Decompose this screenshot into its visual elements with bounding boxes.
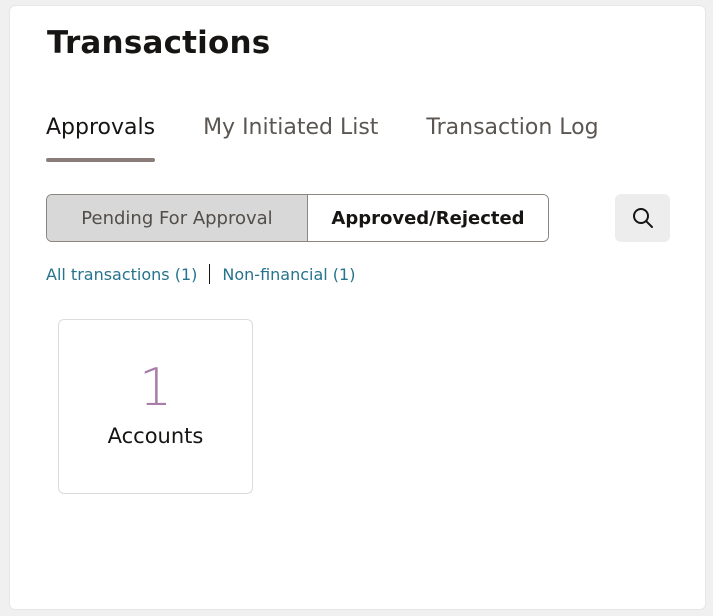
card-count: 1 [138,358,173,418]
status-segmented-control: Pending For Approval Approved/Rejected [46,194,549,242]
filter-non-financial[interactable]: Non-financial (1) [222,265,355,284]
transaction-filters: All transactions (1) Non-financial (1) [46,264,355,284]
tab-bar: Approvals My Initiated List Transaction … [46,110,599,166]
tab-transaction-log[interactable]: Transaction Log [426,110,598,162]
tab-approvals[interactable]: Approvals [46,110,156,162]
filter-all-transactions[interactable]: All transactions (1) [46,265,197,284]
pending-for-approval-button[interactable]: Pending For Approval [47,195,308,241]
filter-divider [209,264,211,284]
search-icon [632,208,653,228]
card-label: Accounts [107,424,204,448]
approved-rejected-button[interactable]: Approved/Rejected [308,195,548,241]
accounts-card[interactable]: 1 Accounts [58,319,253,494]
search-button[interactable] [615,194,670,242]
tab-my-initiated-list[interactable]: My Initiated List [203,110,378,162]
page-title: Transactions [47,25,271,61]
transactions-panel: Transactions Approvals My Initiated List… [9,5,706,610]
